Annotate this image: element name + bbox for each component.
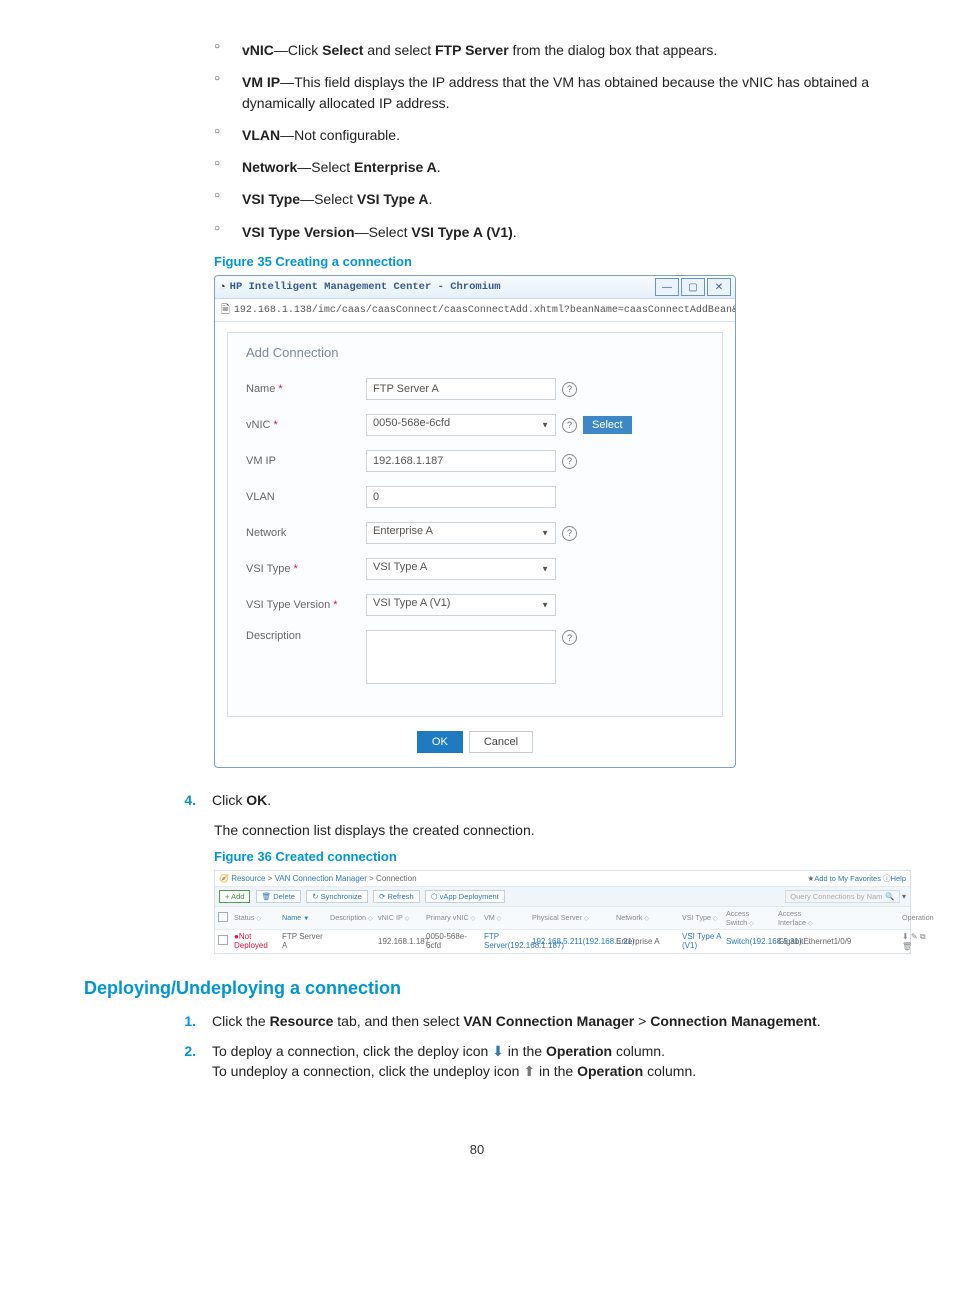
table-row: ●Not Deployed FTP Server A 192.168.1.187… [215, 930, 910, 953]
section-heading: Deploying/Undeploying a connection [84, 978, 870, 999]
table-header: Status◇ Name▼ Description◇ vNIC IP◇ Prim… [215, 907, 910, 930]
chevron-down-icon: ▼ [541, 565, 549, 574]
add-connection-panel: Add Connection Name * ? vNIC * 0050-568e… [227, 332, 723, 717]
operation-icons[interactable]: ⬇ ✎ ⧉ 🗑 [902, 932, 932, 951]
help-icon[interactable]: ? [562, 418, 577, 433]
field-bullet-list: vNIC—Click Select and select FTP Server … [214, 40, 870, 242]
figure35-caption: Figure 35 Creating a connection [214, 254, 870, 269]
select-all-checkbox[interactable] [218, 912, 228, 922]
window-title: HP Intelligent Management Center - Chrom… [230, 281, 655, 293]
help-icon[interactable]: ? [562, 630, 577, 645]
description-input[interactable] [366, 630, 556, 684]
chevron-down-icon: ▼ [541, 421, 549, 430]
delete-button[interactable]: 🗑 Delete [256, 890, 301, 903]
help-icon[interactable]: ? [562, 454, 577, 469]
vsi-type-link[interactable]: VSI Type A (V1) [682, 932, 721, 950]
name-input[interactable] [366, 378, 556, 400]
vapp-deployment-button[interactable]: ⬡ vApp Deployment [425, 890, 505, 903]
window-close-icon[interactable]: ✕ [707, 278, 731, 296]
deploy-icon: ⬇ [492, 1043, 504, 1059]
add-button[interactable]: + Add [219, 890, 250, 903]
synchronize-button[interactable]: ↻ Synchronize [306, 890, 368, 903]
vsitype-select[interactable]: VSI Type A▼ [366, 558, 556, 580]
page-number: 80 [84, 1142, 870, 1157]
cancel-button[interactable]: Cancel [469, 731, 533, 753]
deploy-step-1: 1. Click the Resource tab, and then sele… [170, 1011, 870, 1031]
panel-title: Add Connection [246, 345, 704, 360]
bullet-vnic: vNIC—Click Select and select FTP Server … [214, 40, 870, 60]
vnic-label: vNIC * [246, 419, 366, 431]
query-input[interactable]: Query Connections by Nam 🔍 [785, 890, 899, 903]
bullet-vmip: VM IP—This field displays the IP address… [214, 72, 870, 113]
undeploy-icon: ⬆ [523, 1063, 535, 1079]
breadcrumb: 🧭 Resource > VAN Connection Manager > Co… [219, 874, 417, 883]
network-label: Network [246, 527, 366, 539]
bullet-vlan: VLAN—Not configurable. [214, 125, 870, 145]
row-checkbox[interactable] [218, 935, 228, 945]
step-4: 4. Click OK. [170, 790, 870, 810]
refresh-button[interactable]: ⟳ Refresh [373, 890, 420, 903]
bullet-vsitype: VSI Type—Select VSI Type A. [214, 189, 870, 209]
help-icon[interactable]: ⓘ [883, 874, 891, 883]
window-minimize-icon[interactable]: — [655, 278, 679, 296]
help-icon[interactable]: ? [562, 382, 577, 397]
chevron-down-icon: ▼ [541, 529, 549, 538]
vmip-input[interactable] [366, 450, 556, 472]
window-titlebar: ◔ HP Intelligent Management Center - Chr… [215, 276, 735, 299]
deploy-step-2: 2. To deploy a connection, click the dep… [170, 1041, 870, 1082]
select-button[interactable]: Select [583, 416, 632, 434]
network-select[interactable]: Enterprise A▼ [366, 522, 556, 544]
connection-list: 🧭 Resource > VAN Connection Manager > Co… [214, 870, 911, 954]
ok-button[interactable]: OK [417, 731, 463, 753]
description-label: Description [246, 630, 366, 642]
bullet-network: Network—Select Enterprise A. [214, 157, 870, 177]
step4-result: The connection list displays the created… [214, 820, 870, 840]
add-connection-window: ◔ HP Intelligent Management Center - Chr… [214, 275, 736, 768]
vsitype-label: VSI Type * [246, 563, 366, 575]
vsiver-label: VSI Type Version * [246, 599, 366, 611]
dropdown-icon[interactable]: ▾ [902, 892, 906, 901]
vnic-select[interactable]: 0050-568e-6cfd▼ [366, 414, 556, 436]
page-icon: 🗎 [221, 301, 230, 320]
add-favorites-link[interactable]: Add to My Favorites [814, 874, 881, 883]
window-url: 192.168.1.138/imc/caas/caasConnect/caasC… [234, 305, 735, 316]
figure36-caption: Figure 36 Created connection [214, 849, 870, 864]
vmip-label: VM IP [246, 455, 366, 467]
window-url-bar: 🗎 192.168.1.138/imc/caas/caasConnect/caa… [215, 299, 735, 322]
name-label: Name * [246, 383, 366, 395]
bullet-vsiver: VSI Type Version—Select VSI Type A (V1). [214, 222, 870, 242]
vsiver-select[interactable]: VSI Type A (V1)▼ [366, 594, 556, 616]
vlan-input[interactable] [366, 486, 556, 508]
help-icon[interactable]: ? [562, 526, 577, 541]
help-link[interactable]: Help [891, 874, 906, 883]
chrome-icon: ◔ [219, 281, 226, 293]
chevron-down-icon: ▼ [541, 601, 549, 610]
vlan-label: VLAN [246, 491, 366, 503]
window-maximize-icon[interactable]: ▢ [681, 278, 705, 296]
